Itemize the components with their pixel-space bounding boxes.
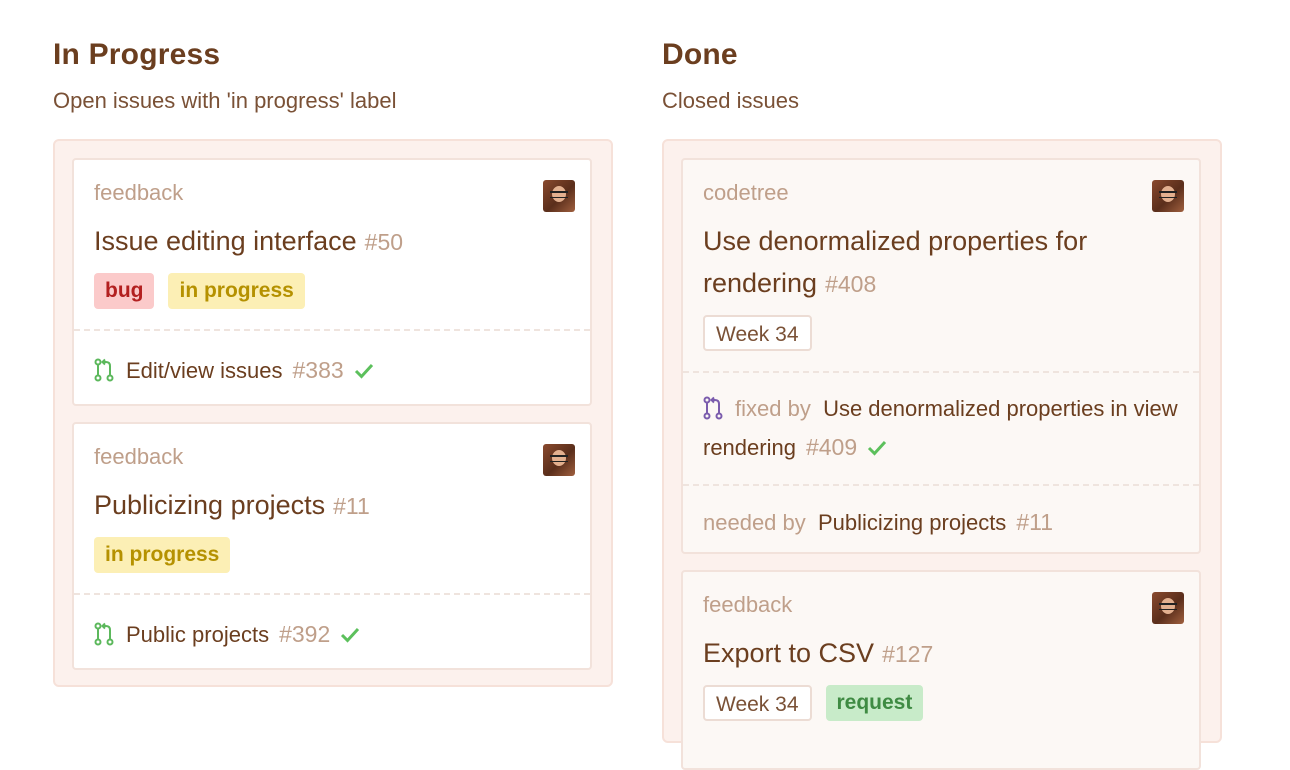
issue-number[interactable]: #11 xyxy=(333,493,370,519)
issue-title-line: Use denormalized properties for renderin… xyxy=(703,220,1179,305)
issue-card[interactable]: feedback Export to CSV #127 Week 34 reques… xyxy=(681,570,1201,770)
relation-prefix: fixed by xyxy=(735,396,811,421)
pull-request-number[interactable]: #392 xyxy=(279,621,330,647)
merged-pull-request-icon xyxy=(703,396,723,420)
label-list: Week 34 request xyxy=(703,685,1179,741)
column-title: Done xyxy=(662,38,738,71)
label-in-progress[interactable]: in progress xyxy=(168,273,305,309)
issue-title-line: Issue editing interface #50 xyxy=(94,220,570,263)
pull-request-icon xyxy=(94,358,114,382)
label-milestone[interactable]: Week 34 xyxy=(703,685,812,721)
user-avatar[interactable] xyxy=(1152,592,1184,624)
repo-name[interactable]: feedback xyxy=(94,180,570,206)
issue-card[interactable]: feedback Publicizing projects #11 in prog… xyxy=(72,422,592,670)
issue-lane: codetree Use denormalized properties for… xyxy=(662,139,1222,770)
linked-pull-request[interactable]: Edit/view issues #383 xyxy=(74,329,590,410)
linked-issue-title[interactable]: Publicizing projects xyxy=(818,510,1006,535)
pull-request-icon xyxy=(94,622,114,646)
user-avatar[interactable] xyxy=(543,444,575,476)
issue-lane: feedback Issue editing interface #50 bug i… xyxy=(53,139,613,687)
label-in-progress[interactable]: in progress xyxy=(94,537,231,573)
label-list: Week 34 xyxy=(703,315,1179,371)
fixed-by-pull-request[interactable]: fixed by Use denormalized properties in … xyxy=(683,371,1199,484)
needed-by-issue[interactable]: needed by Publicizing projects #11 xyxy=(683,484,1199,559)
column-subtitle: Closed issues xyxy=(662,88,799,113)
checkmark-icon xyxy=(354,363,373,379)
column-title: In Progress xyxy=(53,38,221,71)
user-avatar[interactable] xyxy=(543,180,575,212)
label-list: bug in progress xyxy=(94,273,570,329)
issue-number[interactable]: #408 xyxy=(825,271,876,297)
issue-card[interactable]: feedback Issue editing interface #50 bug i… xyxy=(72,158,592,406)
issue-number[interactable]: #127 xyxy=(882,641,933,667)
label-request[interactable]: request xyxy=(825,685,924,721)
issue-card[interactable]: codetree Use denormalized properties for… xyxy=(681,158,1201,554)
repo-name[interactable]: feedback xyxy=(94,444,570,470)
pull-request-title[interactable]: Edit/view issues xyxy=(126,358,283,383)
column-subtitle: Open issues with 'in progress' label xyxy=(53,88,397,113)
repo-name[interactable]: codetree xyxy=(703,180,1179,206)
issue-title[interactable]: Use denormalized properties for renderin… xyxy=(703,226,1087,298)
issue-number[interactable]: #50 xyxy=(365,229,403,255)
issue-title[interactable]: Export to CSV xyxy=(703,638,874,668)
relation-prefix: needed by xyxy=(703,510,806,535)
checkmark-icon xyxy=(341,627,360,643)
linked-issue-number[interactable]: #11 xyxy=(1016,509,1053,535)
issue-title[interactable]: Publicizing projects xyxy=(94,490,325,520)
label-bug[interactable]: bug xyxy=(94,273,155,309)
label-milestone[interactable]: Week 34 xyxy=(703,315,812,351)
pull-request-title[interactable]: Public projects xyxy=(126,622,269,647)
pull-request-number[interactable]: #383 xyxy=(293,357,344,383)
checkmark-icon xyxy=(868,440,887,456)
issue-title-line: Publicizing projects #11 xyxy=(94,484,570,527)
issue-title[interactable]: Issue editing interface xyxy=(94,226,357,256)
issue-title-line: Export to CSV #127 xyxy=(703,632,1179,675)
pull-request-number[interactable]: #409 xyxy=(806,434,857,460)
repo-name[interactable]: feedback xyxy=(703,592,1179,618)
linked-pull-request[interactable]: Public projects #392 xyxy=(74,593,590,674)
user-avatar[interactable] xyxy=(1152,180,1184,212)
label-list: in progress xyxy=(94,537,570,593)
